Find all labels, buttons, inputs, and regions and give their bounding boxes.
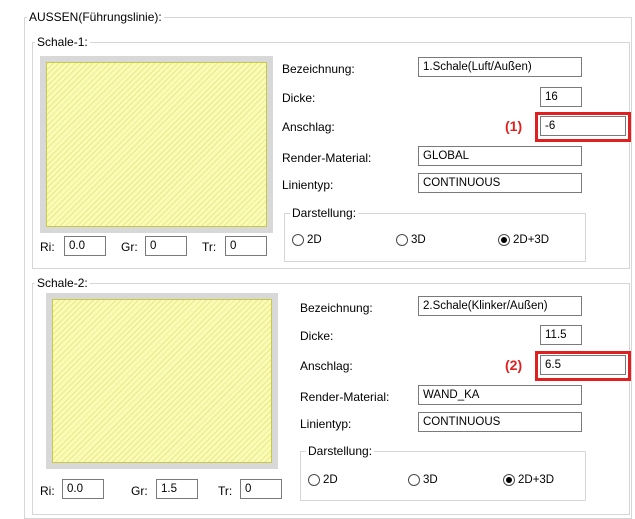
shell-2-tr-label: Tr:	[218, 484, 233, 498]
shell-1-tr-label: Tr:	[202, 240, 217, 254]
shell-2-radio-3d[interactable]	[408, 474, 420, 486]
shell-1-thickness-field[interactable]: 16	[540, 87, 582, 107]
shell-1-name-label: Bezeichnung:	[282, 62, 355, 76]
shell-2-radio-2d3d-label: 2D+3D	[518, 474, 555, 486]
shell-1-ri-label: Ri:	[40, 240, 55, 254]
shell-2-tr-field[interactable]: 0	[240, 479, 282, 499]
shell-1-gr-field[interactable]: 0	[145, 236, 187, 256]
shell-1-radio-2d-label: 2D	[307, 234, 322, 246]
shell-1-thickness-label: Dicke:	[282, 91, 316, 105]
shell-2-material-field[interactable]: WAND_KA	[418, 385, 582, 405]
shell-2-radio-2d[interactable]	[308, 474, 320, 486]
shell-2-name-label: Bezeichnung:	[300, 301, 373, 315]
shell-1-radio-2d3d[interactable]	[498, 234, 510, 246]
shell-1-name-field[interactable]: 1.Schale(Luft/Außen)	[418, 57, 582, 77]
shell-2-thickness-label: Dicke:	[300, 329, 334, 343]
shell-2-offset-label: Anschlag:	[300, 359, 353, 373]
shell-2-hatch-preview	[46, 293, 278, 469]
shell-2-material-label: Render-Material:	[300, 390, 390, 404]
shell-2-title: Schale-2:	[35, 276, 90, 290]
shell-1-tr-field[interactable]: 0	[225, 236, 267, 256]
shell-1-linetype-label: Linientyp:	[282, 178, 334, 192]
shell-2-offset-highlight	[535, 351, 631, 381]
shell-2-radio-2d-label: 2D	[323, 474, 338, 486]
shell-1-hatch-preview	[40, 56, 273, 233]
shell-1-title: Schale-1:	[35, 35, 90, 49]
shell-1-radio-3d[interactable]	[396, 234, 408, 246]
outer-group-title: AUSSEN(Führungslinie):	[27, 10, 164, 24]
shell-2-gr-label: Gr:	[131, 484, 148, 498]
shell-1-gr-label: Gr:	[121, 240, 138, 254]
shell-2-display-title: Darstellung:	[306, 444, 375, 458]
shell-1-radio-3d-label: 3D	[411, 234, 426, 246]
shell-2-ri-field[interactable]: 0.0	[62, 479, 104, 499]
shell-1-material-label: Render-Material:	[282, 151, 372, 165]
shell-2-thickness-field[interactable]: 11.5	[540, 325, 582, 345]
shell-1-offset-highlight	[535, 112, 631, 142]
shell-1-ri-field[interactable]: 0.0	[64, 236, 106, 256]
shell-1-linetype-field[interactable]: CONTINUOUS	[418, 173, 582, 193]
shell-2-gr-field[interactable]: 1.5	[156, 479, 198, 499]
shell-1-radio-2d3d-label: 2D+3D	[513, 234, 550, 246]
shell-1-offset-label: Anschlag:	[282, 120, 335, 134]
shell-2-linetype-field[interactable]: CONTINUOUS	[418, 412, 582, 432]
shell-1-display-title: Darstellung:	[290, 206, 359, 220]
shell-2-radio-3d-label: 3D	[423, 474, 438, 486]
shell-1-material-field[interactable]: GLOBAL	[418, 146, 582, 166]
shell-2-linetype-label: Linientyp:	[300, 417, 352, 431]
shell-1-annotation: (1)	[505, 118, 523, 134]
shell-2-name-field[interactable]: 2.Schale(Klinker/Außen)	[418, 296, 582, 316]
shell-2-radio-2d3d[interactable]	[503, 474, 515, 486]
shell-2-annotation: (2)	[505, 357, 523, 373]
shell-2-ri-label: Ri:	[40, 484, 55, 498]
shell-1-radio-2d[interactable]	[292, 234, 304, 246]
